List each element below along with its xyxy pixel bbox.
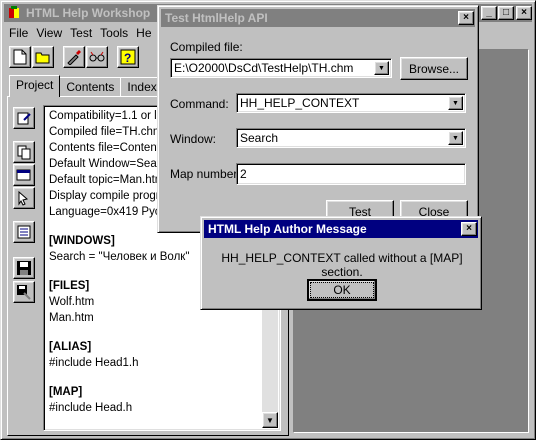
- app-icon: [8, 6, 22, 20]
- help-icon[interactable]: ?: [117, 46, 139, 68]
- window-label: Window:: [170, 132, 217, 146]
- tab-contents[interactable]: Contents: [59, 77, 122, 96]
- author-message-box: HTML Help Author Message × HH_HELP_CONTE…: [200, 216, 482, 310]
- api-dialog-titlebar[interactable]: Test HtmlHelp API: [161, 9, 475, 27]
- minimize-button[interactable]: _: [481, 6, 497, 20]
- svg-text:?: ?: [124, 51, 131, 65]
- message-box-title: HTML Help Author Message: [208, 222, 367, 236]
- ok-button[interactable]: OK: [307, 279, 377, 301]
- compiled-file-value: E:\O2000\DsCd\TestHelp\TH.chm: [174, 61, 354, 75]
- add-remove-topic-files-icon[interactable]: [13, 141, 35, 163]
- command-combo[interactable]: HH_HELP_CONTEXT ▼: [236, 93, 466, 113]
- chevron-down-icon[interactable]: ▼: [448, 131, 463, 145]
- menu-file[interactable]: File: [5, 26, 32, 40]
- project-tabs: Project Contents Index: [9, 75, 164, 97]
- add-modify-window-definitions-icon[interactable]: [13, 164, 35, 186]
- compiled-file-label: Compiled file:: [170, 40, 243, 54]
- command-value: HH_HELP_CONTEXT: [240, 96, 360, 110]
- menu-help[interactable]: He: [132, 26, 155, 40]
- editor-line: #include Head1.h: [49, 357, 139, 369]
- editor-line: #include Head.h: [49, 402, 133, 414]
- tab-project[interactable]: Project: [9, 75, 61, 97]
- window-value: Search: [240, 131, 279, 145]
- message-box-titlebar[interactable]: HTML Help Author Message: [204, 220, 478, 238]
- api-dialog-title: Test HtmlHelp API: [165, 11, 268, 25]
- compiled-file-combo[interactable]: E:\O2000\DsCd\TestHelp\TH.chm ▼: [170, 58, 392, 78]
- chevron-down-icon[interactable]: ▼: [448, 96, 463, 110]
- save-all-and-compile-icon[interactable]: [13, 281, 35, 303]
- map-number-field[interactable]: 2: [236, 163, 466, 185]
- compile-icon[interactable]: [63, 46, 85, 68]
- section-header: [MAP]: [49, 386, 83, 398]
- maximize-button[interactable]: □: [498, 6, 514, 20]
- close-main-button[interactable]: ×: [516, 6, 532, 20]
- close-api-dialog-button[interactable]: ×: [458, 11, 474, 25]
- command-label: Command:: [170, 97, 229, 111]
- menu-test[interactable]: Test: [66, 26, 96, 40]
- scroll-down-arrow-icon[interactable]: ▼: [262, 412, 278, 428]
- new-file-icon[interactable]: [9, 46, 31, 68]
- section-header: [ALIAS]: [49, 341, 92, 353]
- close-message-box-button[interactable]: ×: [461, 222, 477, 236]
- window-combo[interactable]: Search ▼: [236, 128, 466, 148]
- main-title: HTML Help Workshop: [26, 6, 151, 20]
- menu-tools[interactable]: Tools: [96, 26, 132, 40]
- html-help-api-information-icon[interactable]: [13, 187, 35, 209]
- change-project-options-icon[interactable]: [13, 107, 35, 129]
- toolbar: ?: [9, 46, 140, 72]
- open-folder-icon[interactable]: [32, 46, 54, 68]
- browse-button[interactable]: Browse...: [400, 57, 468, 80]
- map-number-label: Map number:: [170, 167, 241, 181]
- message-text: HH_HELP_CONTEXT called without a [MAP] s…: [221, 251, 463, 279]
- change-compile-options-icon[interactable]: [13, 221, 35, 243]
- save-project-icon[interactable]: [13, 257, 35, 279]
- view-compiled-icon[interactable]: [86, 46, 108, 68]
- chevron-down-icon[interactable]: ▼: [374, 61, 389, 75]
- menu-view[interactable]: View: [32, 26, 66, 40]
- editor-line: Man.htm: [49, 312, 94, 324]
- test-htmlhelp-api-dialog: Test HtmlHelp API × Compiled file: E:\O2…: [157, 5, 479, 233]
